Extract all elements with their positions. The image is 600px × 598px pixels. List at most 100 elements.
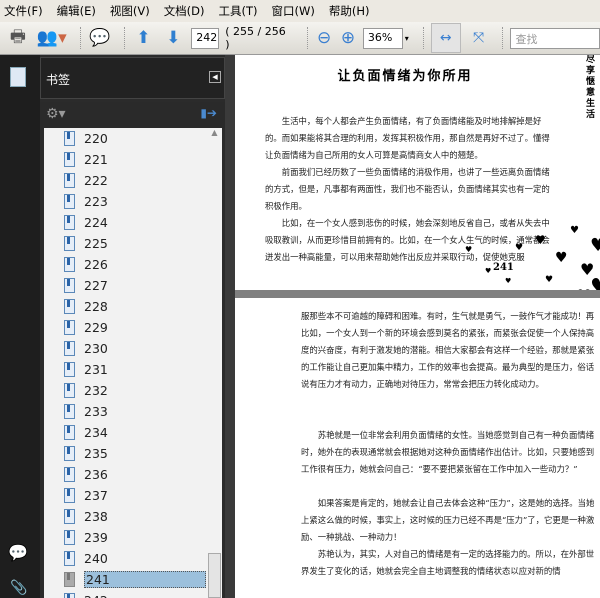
menu-window[interactable]: 窗口(W): [272, 3, 315, 19]
next-page-icon[interactable]: ⬇: [161, 26, 185, 50]
scroll-up-icon[interactable]: ▲: [207, 128, 222, 137]
bookmark-label: 221: [84, 152, 108, 167]
bookmark-icon: [64, 593, 75, 598]
bookmarks-title: 书签: [46, 73, 71, 87]
separator: [307, 27, 309, 49]
separator: [123, 27, 126, 49]
navigation-pane: 💬 📎 书签 ◀ ⚙▾ ▮➔ 220 221 222 223 224 225 226 227 2…: [0, 55, 235, 598]
search-input[interactable]: 查找: [510, 27, 600, 49]
zoom-out-icon[interactable]: ⊖: [315, 26, 333, 50]
bookmark-item[interactable]: 223: [44, 191, 222, 212]
bookmark-icon: [64, 194, 75, 209]
bookmark-item[interactable]: 236: [44, 464, 222, 485]
menu-file[interactable]: 文件(F): [4, 3, 43, 19]
comments-icon[interactable]: 💬: [8, 543, 28, 562]
bookmark-label: 226: [84, 257, 108, 272]
toolbar: 🖶 👥▾ 💬 ⬆ ⬇ 242 ( 255 / 256 ) ⊖ ⊕ 36% ▾ ↔…: [0, 22, 600, 55]
menu-help[interactable]: 帮助(H): [329, 3, 370, 19]
page-number: 241: [493, 262, 514, 273]
bookmark-label: 242: [84, 593, 108, 598]
paragraph: 苏艳认为，其实，人对自己的情绪是有一定的选择能力的。所以，在外部世界发生了变化的…: [301, 549, 595, 576]
bookmark-icon: [64, 383, 75, 398]
bookmark-item[interactable]: 224: [44, 212, 222, 233]
bookmark-icon: [64, 404, 75, 419]
bookmark-item[interactable]: 229: [44, 317, 222, 338]
nav-icon-column: 💬 📎: [0, 55, 40, 598]
zoom-in-icon[interactable]: ⊕: [339, 26, 357, 50]
bookmark-item[interactable]: 242: [44, 590, 222, 598]
bookmark-icon: [64, 530, 75, 545]
collaborate-icon[interactable]: 👥▾: [36, 26, 68, 50]
previous-page-icon[interactable]: ⬆: [132, 26, 156, 50]
menu-document[interactable]: 文档(D): [164, 3, 205, 19]
bookmark-label: 228: [84, 299, 108, 314]
menu-bar: 文件(F) 编辑(E) 视图(V) 文档(D) 工具(T) 窗口(W) 帮助(H…: [0, 0, 600, 22]
bookmark-icon: [64, 572, 75, 587]
attachments-icon[interactable]: 📎: [10, 580, 27, 596]
zoom-input[interactable]: 36%: [362, 27, 403, 49]
bookmark-item[interactable]: 220: [44, 128, 222, 149]
page-number-input[interactable]: 242: [191, 27, 220, 49]
bookmark-label: 230: [84, 341, 108, 356]
zoom-dropdown-icon[interactable]: ▾: [405, 34, 409, 43]
bookmark-item[interactable]: 228: [44, 296, 222, 317]
page-241: 让负面情绪为你所用 尽享惬意生活 生活中，每个人都会产生负面情绪，有了负面情绪能…: [235, 55, 600, 290]
bookmark-icon: [64, 467, 75, 482]
heart-icon: ♥: [465, 245, 473, 254]
bookmark-item[interactable]: 235: [44, 443, 222, 464]
bookmark-item[interactable]: 227: [44, 275, 222, 296]
bookmark-label: 235: [84, 446, 108, 461]
bookmark-item[interactable]: 225: [44, 233, 222, 254]
bookmark-item[interactable]: 221: [44, 149, 222, 170]
bookmark-item[interactable]: 230: [44, 338, 222, 359]
bookmark-item[interactable]: 234: [44, 422, 222, 443]
bookmark-icon: [64, 362, 75, 377]
fit-width-icon[interactable]: ↔: [430, 23, 461, 53]
bookmark-label: 220: [84, 131, 108, 146]
print-icon[interactable]: 🖶: [6, 26, 30, 50]
bookmark-label: 223: [84, 194, 108, 209]
fit-page-icon[interactable]: ⤧: [467, 26, 491, 50]
bookmark-item[interactable]: 238: [44, 506, 222, 527]
bookmark-label: 229: [84, 320, 108, 335]
bookmark-item[interactable]: 231: [44, 359, 222, 380]
menu-edit[interactable]: 编辑(E): [57, 3, 96, 19]
bookmark-icon: [64, 551, 75, 566]
bookmark-item[interactable]: 240: [44, 548, 222, 569]
bookmark-label: 224: [84, 215, 108, 230]
bookmark-item[interactable]: 239: [44, 527, 222, 548]
heart-icon: ♥: [555, 250, 568, 266]
document-view: 让负面情绪为你所用 尽享惬意生活 生活中，每个人都会产生负面情绪，有了负面情绪能…: [235, 55, 600, 598]
bookmark-icon: [64, 446, 75, 461]
bookmark-item[interactable]: 232: [44, 380, 222, 401]
bookmark-label: 237: [84, 488, 108, 503]
menu-tools[interactable]: 工具(T): [219, 3, 258, 19]
bookmark-icon: [64, 488, 75, 503]
bookmark-label: 240: [84, 551, 108, 566]
bookmark-item[interactable]: 226: [44, 254, 222, 275]
bookmark-label: 231: [84, 362, 108, 377]
bookmarks-panel-icon[interactable]: [10, 67, 26, 87]
scroll-thumb[interactable]: [208, 553, 221, 598]
bookmark-icon: [64, 509, 75, 524]
bookmark-icon: [64, 341, 75, 356]
bookmark-label: 233: [84, 404, 108, 419]
separator: [502, 27, 504, 49]
menu-view[interactable]: 视图(V): [110, 3, 150, 19]
paragraph: 前面我们已经历数了一些负面情绪的消极作用，也讲了一些远离负面情绪的方式，但是，凡…: [265, 167, 550, 211]
bookmark-item[interactable]: 222: [44, 170, 222, 191]
heart-icon: ♥: [570, 225, 579, 236]
bookmark-label: 238: [84, 509, 108, 524]
bookmark-label: 232: [84, 383, 108, 398]
bookmark-item[interactable]: 233: [44, 401, 222, 422]
options-gear-icon[interactable]: ⚙▾: [46, 106, 66, 122]
bookmark-icon: [64, 320, 75, 335]
bookmark-item[interactable]: 237: [44, 485, 222, 506]
bookmark-item[interactable]: 241: [44, 569, 222, 590]
collapse-panel-button[interactable]: ◀: [209, 71, 221, 83]
bookmark-scrollbar[interactable]: ▲: [207, 128, 222, 598]
heart-icon: ♥: [535, 233, 546, 247]
new-bookmark-icon[interactable]: ▮➔: [200, 106, 217, 120]
pane-splitter[interactable]: [225, 55, 235, 598]
bookmark-icon: [64, 215, 75, 230]
